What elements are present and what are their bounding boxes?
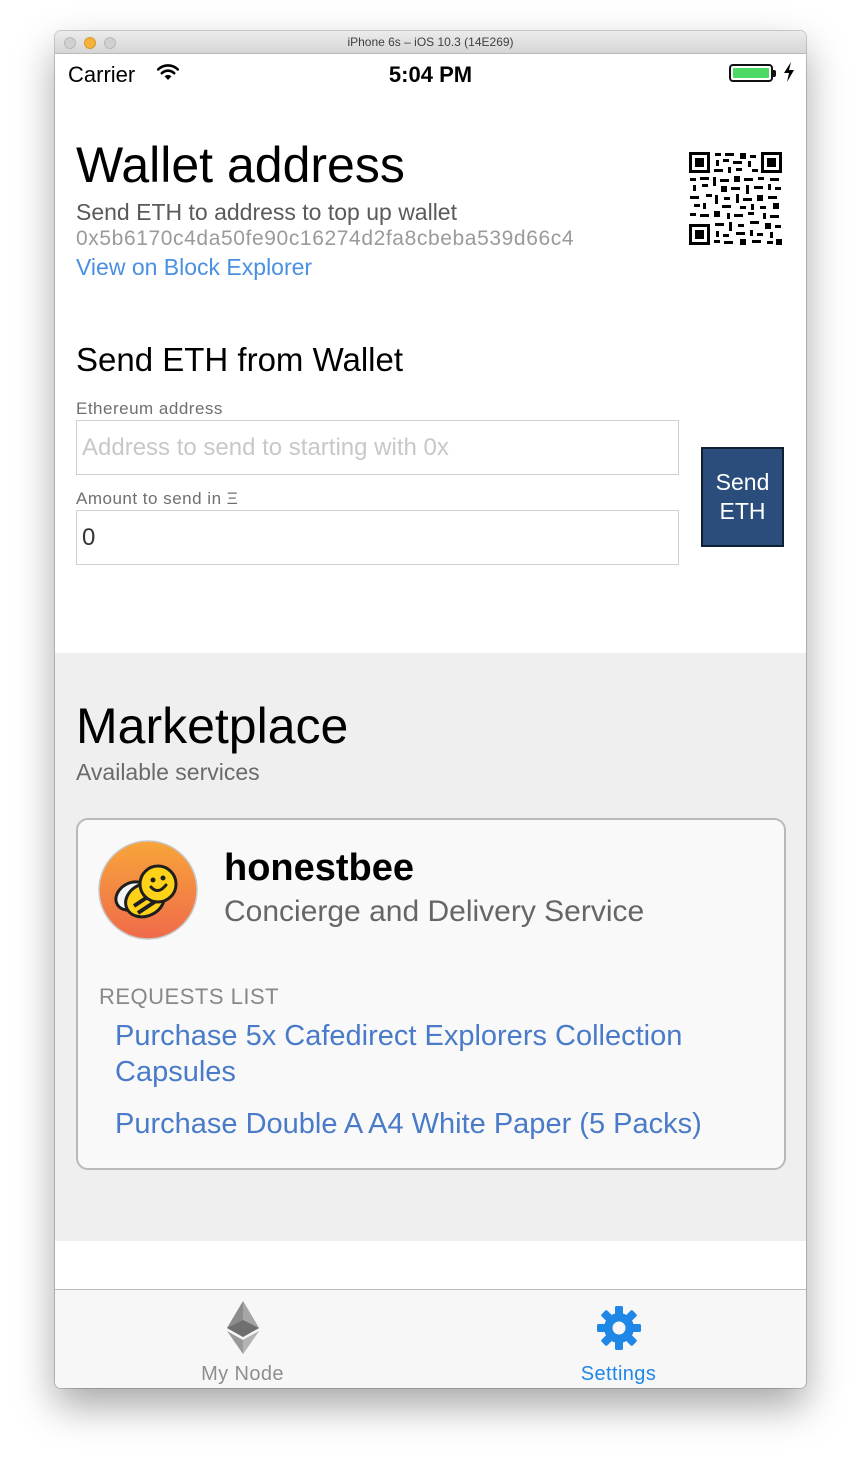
window-title: iPhone 6s – iOS 10.3 (14E269) <box>347 35 514 49</box>
tab-bar: My Node Settings <box>55 1289 806 1388</box>
service-card: honestbee Concierge and Delivery Service… <box>76 818 786 1170</box>
wallet-address: 0x5b6170c4da50fe90c16274d2fa8cbeba539d66… <box>76 227 575 250</box>
status-bar: Carrier 5:04 PM <box>55 53 806 93</box>
simulator-window: iPhone 6s – iOS 10.3 (14E269) Carrier 5:… <box>55 31 806 1388</box>
tab-my-node-label: My Node <box>201 1363 284 1385</box>
marketplace-heading: Marketplace <box>76 698 349 754</box>
tab-settings[interactable]: Settings <box>431 1290 806 1388</box>
status-time: 5:04 PM <box>388 62 473 87</box>
battery-icon <box>729 64 776 82</box>
honestbee-logo <box>98 840 198 940</box>
wallet-heading: Wallet address <box>76 137 405 193</box>
requests-list-header: REQUESTS LIST <box>99 984 280 1009</box>
send-eth-heading: Send ETH from Wallet <box>76 341 404 378</box>
send-eth-button[interactable]: Send ETH <box>701 447 784 547</box>
amount-input[interactable] <box>76 510 679 565</box>
request-link[interactable]: Purchase Double A A4 White Paper (5 Pack… <box>115 1106 755 1142</box>
marketplace-section: Marketplace Available services honestbee… <box>55 653 806 1241</box>
amount-label: Amount to send in Ξ <box>76 489 239 508</box>
request-link[interactable]: Purchase 5x Cafedirect Explorers Collect… <box>115 1018 755 1090</box>
marketplace-subtitle: Available services <box>76 759 260 785</box>
ethereum-address-label: Ethereum address <box>76 399 223 418</box>
tab-my-node[interactable]: My Node <box>55 1290 430 1388</box>
service-description: Concierge and Delivery Service <box>224 895 645 928</box>
block-explorer-link[interactable]: View on Block Explorer <box>76 254 312 281</box>
window-titlebar: iPhone 6s – iOS 10.3 (14E269) <box>55 31 806 54</box>
wallet-subtitle: Send ETH to address to top up wallet <box>76 199 457 225</box>
tab-settings-label: Settings <box>580 1363 657 1385</box>
wallet-qr-code <box>688 151 783 246</box>
ethereum-address-input[interactable] <box>76 420 679 475</box>
charging-bolt-icon <box>783 62 795 87</box>
service-name: honestbee <box>224 847 415 889</box>
